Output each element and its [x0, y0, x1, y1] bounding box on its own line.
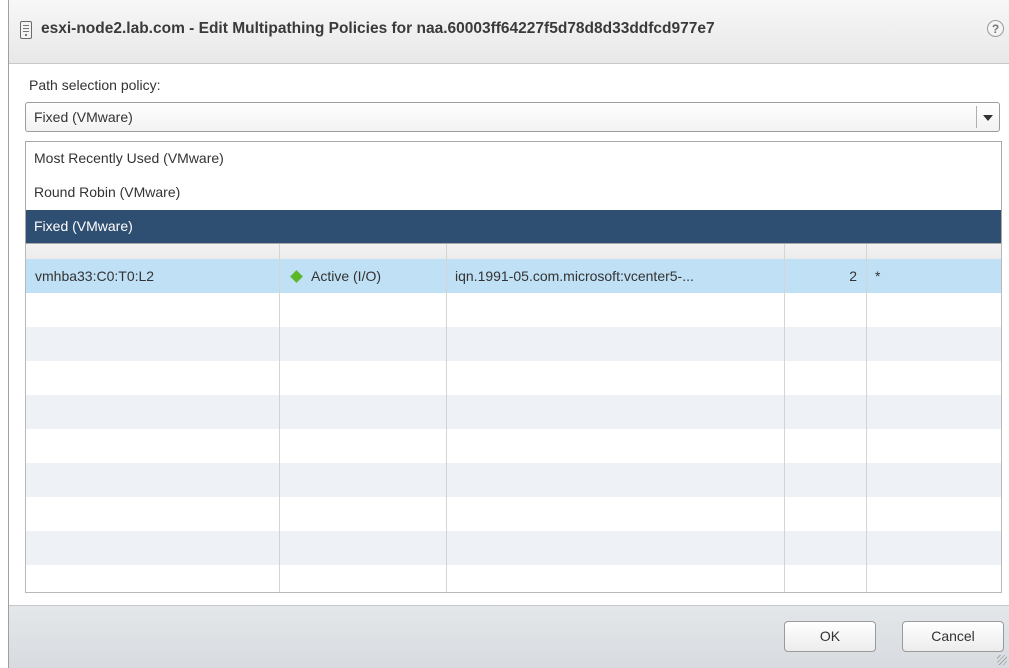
path-selection-policy-select[interactable]: Fixed (VMware)	[25, 102, 1000, 132]
paths-table: vmhba33:C0:T0:L2 Active (I/O) iqn.1991-0…	[25, 225, 1002, 593]
dialog-titlebar[interactable]: esxi-node2.lab.com - Edit Multipathing P…	[9, 0, 1009, 64]
table-row[interactable]: vmhba33:C0:T0:L2 Active (I/O) iqn.1991-0…	[26, 259, 1001, 293]
table-row	[26, 361, 1001, 395]
table-row	[26, 463, 1001, 497]
help-icon[interactable]: ?	[987, 20, 1004, 37]
option-most-recently-used[interactable]: Most Recently Used (VMware)	[26, 142, 1001, 175]
runtime-name-cell: vmhba33:C0:T0:L2	[35, 268, 155, 284]
table-row	[26, 429, 1001, 463]
dialog-footer: OK Cancel	[9, 605, 1009, 668]
cancel-button[interactable]: Cancel	[902, 621, 1004, 652]
column-divider[interactable]	[279, 226, 280, 592]
host-icon	[20, 21, 32, 39]
table-row	[26, 395, 1001, 429]
target-cell: iqn.1991-05.com.microsoft:vcenter5-...	[455, 268, 694, 284]
column-divider[interactable]	[784, 226, 785, 592]
option-round-robin[interactable]: Round Robin (VMware)	[26, 176, 1001, 209]
lun-cell: 2	[849, 268, 857, 284]
status-cell: Active (I/O)	[279, 259, 446, 293]
status-text: Active (I/O)	[311, 268, 382, 284]
ok-button[interactable]: OK	[784, 621, 876, 652]
policy-dropdown-list: Most Recently Used (VMware) Round Robin …	[25, 141, 1002, 244]
table-row	[26, 497, 1001, 531]
table-row	[26, 531, 1001, 565]
table-row	[26, 565, 1001, 592]
resize-grip-icon[interactable]	[997, 655, 1007, 665]
dialog-title: esxi-node2.lab.com - Edit Multipathing P…	[41, 20, 715, 37]
option-fixed[interactable]: Fixed (VMware)	[26, 210, 1001, 243]
column-divider[interactable]	[446, 226, 447, 592]
select-value: Fixed (VMware)	[34, 109, 133, 125]
active-status-icon	[290, 269, 303, 283]
path-selection-policy-label: Path selection policy:	[29, 77, 161, 93]
select-divider	[976, 106, 977, 128]
chevron-down-icon[interactable]	[983, 115, 993, 121]
edit-multipathing-dialog: esxi-node2.lab.com - Edit Multipathing P…	[8, 0, 1009, 668]
table-row	[26, 327, 1001, 361]
preferred-cell: *	[875, 268, 881, 284]
table-row	[26, 293, 1001, 327]
column-divider[interactable]	[866, 226, 867, 592]
